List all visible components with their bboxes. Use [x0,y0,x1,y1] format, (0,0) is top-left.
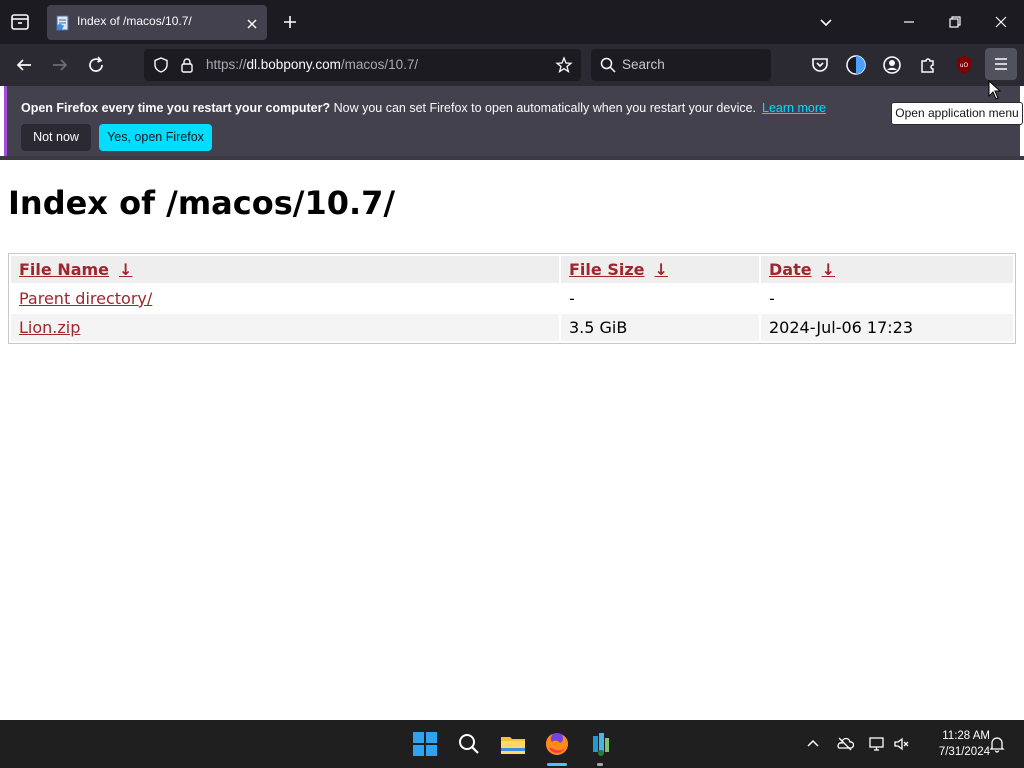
learn-more-link[interactable]: Learn more [762,101,826,115]
column-header-file-name: File Name ↓ [11,256,559,283]
firefox-taskbar-icon[interactable] [541,728,573,760]
table-row: Parent directory/ - - [11,285,1013,312]
column-header-file-size: File Size ↓ [561,256,759,283]
taskbar: 11:28 AM 7/31/2024 [0,720,1024,768]
tab-title: Index of /macos/10.7/ [77,14,192,28]
default-browser-notification: Open Firefox every time you restart your… [4,86,1020,156]
sort-arrow-icon: ↓ [654,260,668,279]
sort-by-size-link[interactable]: File Size ↓ [569,260,668,279]
url-host: dl.bobpony.com [246,57,341,72]
restore-icon[interactable] [945,12,965,32]
date-header-label: Date [769,260,812,279]
ublock-origin-icon[interactable]: uO [952,53,976,77]
tab-strip: Index of /macos/10.7/ [0,0,1024,44]
notification-title: Open Firefox every time you restart your… [21,101,331,115]
active-app-indicator [547,763,567,766]
file-listing: File Name ↓ File Size ↓ Date ↓ Parent direc… [8,253,1016,344]
not-now-button[interactable]: Not now [21,124,91,151]
volume-muted-icon[interactable] [893,735,911,753]
account-icon[interactable] [880,53,904,77]
file-size-header-label: File Size [569,260,645,279]
sort-arrow-icon: ↓ [119,260,133,279]
date-cell: 2024-Jul-06 17:23 [761,314,1013,341]
search-icon [599,56,617,74]
page-favicon-icon [55,15,71,31]
system-clock[interactable]: 11:28 AM 7/31/2024 [920,728,990,760]
onedrive-icon[interactable] [836,735,855,753]
yes-open-firefox-button[interactable]: Yes, open Firefox [99,124,212,151]
nav-toolbar: https://dl.bobpony.com/macos/10.7/ Searc… [0,44,1024,86]
parent-directory-link[interactable]: Parent directory/ [19,289,152,308]
minimize-icon[interactable] [899,12,919,32]
new-tab-icon[interactable] [280,12,300,32]
list-all-tabs-icon[interactable] [816,12,836,32]
svg-text:uO: uO [960,62,969,69]
clock-date: 7/31/2024 [938,746,990,758]
application-menu-icon[interactable] [985,48,1017,80]
close-window-icon[interactable] [991,12,1011,32]
back-icon[interactable] [12,53,36,77]
network-icon[interactable] [868,735,886,753]
file-name-header-label: File Name [19,260,110,279]
show-hidden-icons-icon[interactable] [804,735,822,753]
extensions-icon[interactable] [916,53,940,77]
file-size-cell: 3.5 GiB [561,314,759,341]
clock-time: 11:28 AM [942,730,990,742]
forward-icon[interactable] [48,53,72,77]
file-explorer-icon[interactable] [497,728,529,760]
lion-zip-link[interactable]: Lion.zip [19,318,80,337]
search-placeholder: Search [622,57,665,72]
notification-message: Open Firefox every time you restart your… [21,101,826,115]
page-content: Index of /macos/10.7/ File Name ↓ File Si… [0,160,1024,720]
notification-body: Now you can set Firefox to open automati… [330,101,757,115]
mouse-cursor-icon [988,79,1002,100]
page-title: Index of /macos/10.7/ [8,184,396,222]
app-taskbar-icon[interactable] [585,728,617,760]
bookmark-star-icon[interactable] [555,56,573,74]
close-tab-icon[interactable] [245,16,259,30]
url-text[interactable]: https://dl.bobpony.com/macos/10.7/ [206,57,418,72]
lock-icon[interactable] [178,56,196,74]
pocket-icon[interactable] [808,53,832,77]
firefox-view-icon[interactable] [8,10,32,34]
reload-icon[interactable] [84,53,108,77]
date-cell: - [769,289,775,308]
sort-by-date-link[interactable]: Date ↓ [769,260,835,279]
open-app-indicator [597,763,603,766]
notifications-bell-icon[interactable] [988,735,1006,753]
sort-arrow-icon: ↓ [821,260,835,279]
windows-start-icon[interactable] [409,728,441,760]
taskbar-search-icon[interactable] [453,728,485,760]
url-path: /macos/10.7/ [340,57,419,72]
vpn-extension-icon[interactable] [844,53,868,77]
app-menu-tooltip: Open application menu [891,102,1023,125]
file-name-cell: Parent directory/ [11,285,559,312]
file-size-cell: - [569,289,575,308]
url-bar[interactable]: https://dl.bobpony.com/macos/10.7/ [144,49,581,81]
file-name-cell: Lion.zip [11,314,559,341]
tab-active[interactable]: Index of /macos/10.7/ [47,5,267,40]
sort-by-name-link[interactable]: File Name ↓ [19,260,132,279]
file-table: File Name ↓ File Size ↓ Date ↓ Parent direc… [9,254,1015,343]
search-bar[interactable]: Search [591,49,771,81]
url-scheme: https:// [206,57,247,72]
table-row: Lion.zip 3.5 GiB 2024-Jul-06 17:23 [11,314,1013,341]
column-header-date: Date ↓ [761,256,1013,283]
tracking-shield-icon[interactable] [152,56,170,74]
table-header-row: File Name ↓ File Size ↓ Date ↓ [11,256,1013,283]
